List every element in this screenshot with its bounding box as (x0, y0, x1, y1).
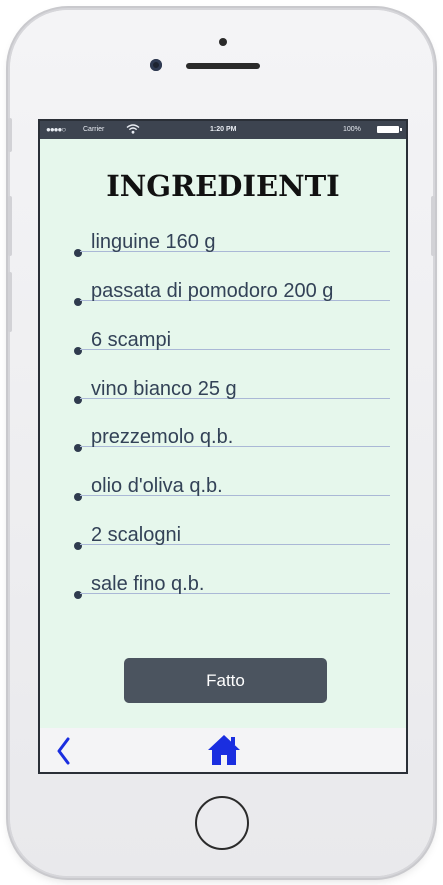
ingredient-item: linguine 160 g (72, 231, 392, 257)
ingredient-item: 2 scalogni (72, 524, 392, 550)
home-icon[interactable] (206, 733, 242, 767)
proximity-sensor (219, 38, 227, 46)
chevron-left-icon[interactable] (52, 734, 76, 768)
ingredient-item: 6 scampi (72, 329, 392, 355)
ingredient-text: 6 scampi (91, 329, 172, 351)
ingredient-text: olio d'oliva q.b. (91, 475, 223, 497)
ingredient-text: prezzemolo q.b. (91, 426, 234, 448)
ingredient-item: prezzemolo q.b. (72, 426, 392, 452)
ingredient-text: 2 scalogni (91, 524, 182, 546)
phone-volume-down (8, 272, 12, 332)
phone-power-button (431, 196, 435, 256)
phone-side-button (8, 118, 12, 152)
ingredient-text: sale fino q.b. (91, 573, 205, 595)
ingredient-item: vino bianco 25 g (72, 378, 392, 404)
front-camera (150, 59, 162, 71)
ingredient-item: olio d'oliva q.b. (72, 475, 392, 501)
earpiece-speaker (186, 63, 260, 69)
physical-home-button[interactable] (195, 796, 249, 850)
ingredient-item: passata di pomodoro 200 g (72, 280, 392, 306)
ingredient-item: sale fino q.b. (72, 573, 392, 599)
app-screen: ●●●●○ Carrier 1:20 PM 100% INGREDIENTI l… (38, 119, 408, 774)
done-button[interactable]: Fatto (124, 658, 327, 703)
ingredient-text: linguine 160 g (91, 231, 216, 253)
bottom-nav-bar (40, 728, 406, 772)
ingredient-text: vino bianco 25 g (91, 378, 237, 400)
phone-volume-up (8, 196, 12, 256)
ingredient-text: passata di pomodoro 200 g (91, 280, 334, 302)
